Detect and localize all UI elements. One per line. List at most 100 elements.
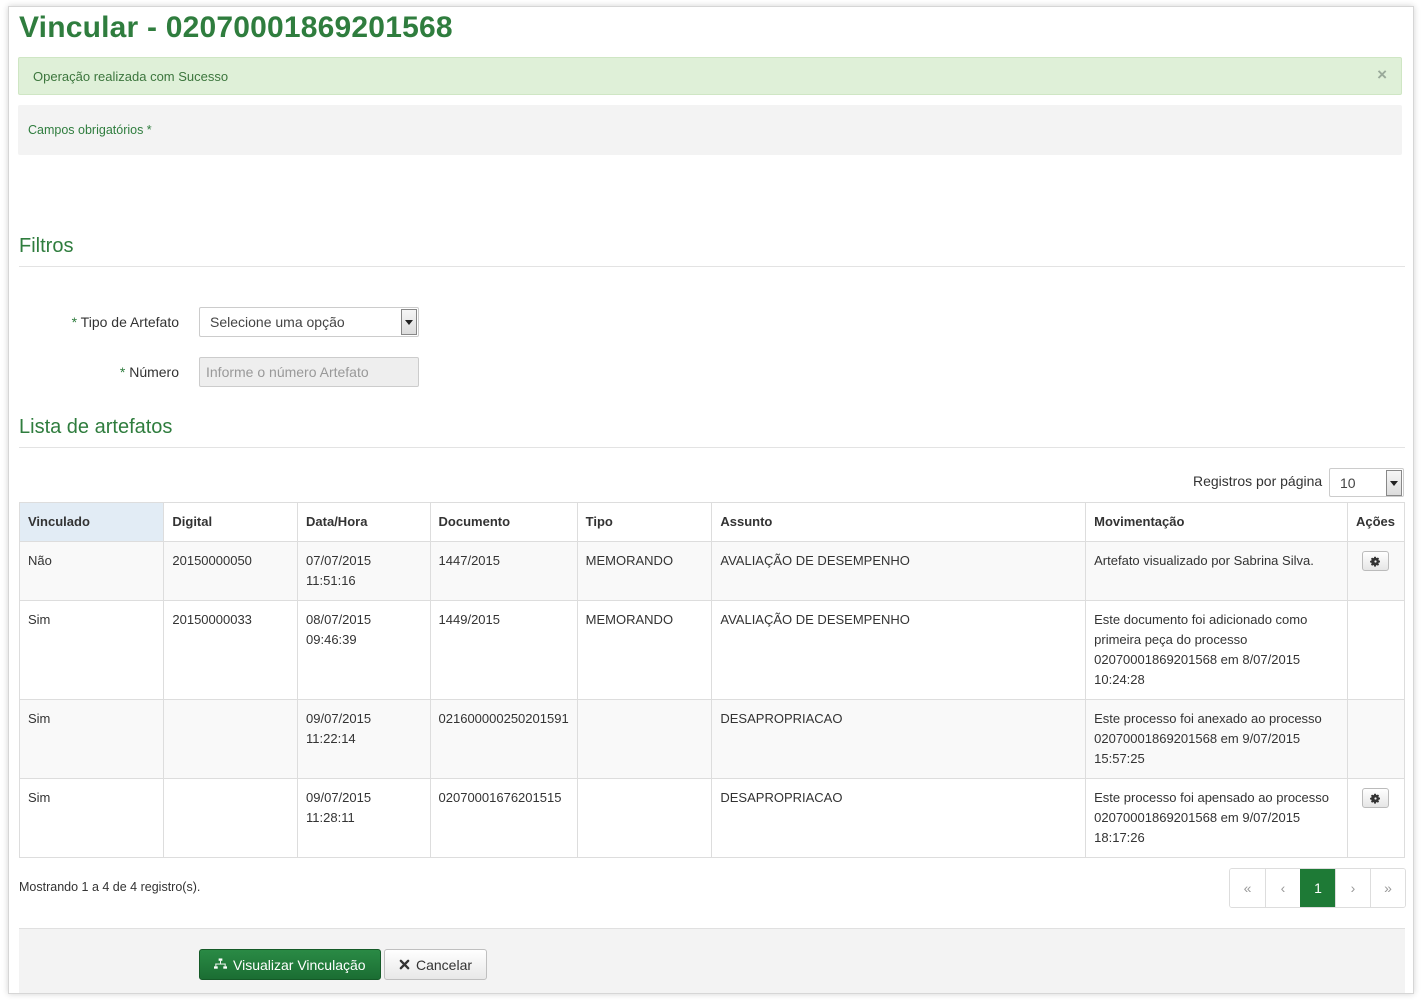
cell-data-hora: 09/07/2015 11:28:11: [297, 778, 431, 858]
numero-label-text: Número: [129, 364, 179, 380]
cell-acoes: [1346, 778, 1406, 858]
table-header-row: Vinculado Digital Data/Hora Documento Ti…: [18, 502, 1406, 542]
cell-assunto: AVALIAÇÃO DE DESEMPENHO: [711, 541, 1087, 601]
next-page-button[interactable]: ›: [1335, 869, 1370, 907]
cell-date: 09/07/2015: [306, 790, 372, 805]
success-message: Operação realizada com Sucesso: [33, 69, 229, 84]
per-page-label: Registros por página: [1193, 473, 1323, 489]
column-header-assunto[interactable]: Assunto: [711, 502, 1087, 542]
last-page-button[interactable]: »: [1370, 869, 1405, 907]
table-row: Sim 20150000033 08/07/2015 09:46:39 1449/…: [18, 600, 1406, 700]
cell-time: 09:46:39: [306, 632, 357, 647]
movimentacao-line: 15:57:25: [1094, 751, 1145, 766]
required-fields-note: Campos obrigatórios *: [18, 105, 1402, 155]
numero-input[interactable]: Informe o número Artefato: [199, 357, 419, 387]
cell-time: 11:28:11: [306, 810, 355, 825]
required-star: *: [71, 314, 78, 330]
cell-movimentacao: Este documento foi adicionado como prime…: [1085, 600, 1348, 700]
cell-date: 09/07/2015: [306, 711, 372, 726]
movimentacao-line: 10:24:28: [1094, 672, 1145, 687]
cell-date: 08/07/2015: [306, 612, 372, 627]
page-title: Vincular - 02070001869201568: [19, 11, 453, 44]
tipo-artefato-label: * Tipo de Artefato: [19, 314, 179, 330]
movimentacao-line: primeira peça do processo: [1094, 632, 1248, 647]
filters-section-title: Filtros: [19, 235, 74, 257]
cell-tipo: [576, 778, 713, 858]
movimentacao-line: Este documento foi adicionado como: [1094, 612, 1308, 627]
dropdown-arrow-icon[interactable]: [1386, 470, 1402, 496]
row-actions-button[interactable]: [1362, 551, 1390, 571]
cell-tipo: [576, 699, 713, 779]
cell-time: 11:22:14: [306, 731, 356, 746]
sitemap-icon: [214, 958, 227, 969]
cell-movimentacao: Artefato visualizado por Sabrina Silva.: [1085, 541, 1348, 601]
row-actions-button[interactable]: [1362, 788, 1390, 808]
cancel-button[interactable]: Cancelar: [384, 949, 488, 980]
column-header-documento[interactable]: Documento: [429, 502, 578, 542]
cell-digital: 20150000050: [163, 541, 299, 601]
cell-digital: [163, 778, 299, 858]
movimentacao-line: Este processo foi apensado ao processo: [1094, 790, 1330, 805]
form-actions-bar: Visualizar Vinculação Cancelar: [19, 928, 1405, 993]
movimentacao-line: 02070001869201568 em 9/07/2015: [1094, 810, 1301, 825]
records-count: Mostrando 1 a 4 de 4 registro(s).: [19, 880, 201, 894]
cell-data-hora: 08/07/2015 09:46:39: [297, 600, 431, 700]
column-header-vinculado[interactable]: Vinculado: [18, 502, 165, 542]
cell-assunto: AVALIAÇÃO DE DESEMPENHO: [711, 600, 1087, 700]
cell-movimentacao: Este processo foi anexado ao processo 02…: [1085, 699, 1348, 779]
column-header-data-hora[interactable]: Data/Hora: [297, 502, 431, 542]
cell-digital: [163, 699, 299, 779]
pagination: « ‹ 1 › »: [1229, 868, 1406, 908]
tipo-artefato-label-text: Tipo de Artefato: [80, 314, 179, 330]
cell-tipo: MEMORANDO: [576, 600, 713, 700]
table-row: Sim 09/07/2015 11:22:14 02160000025020159…: [18, 699, 1406, 779]
column-header-acoes: Ações: [1346, 502, 1406, 542]
previous-page-button[interactable]: ‹: [1265, 869, 1300, 907]
divider: [19, 447, 1405, 448]
cell-time: 11:51:16: [306, 573, 356, 588]
cell-documento: 1449/2015: [429, 600, 578, 700]
cell-vinculado: Sim: [18, 778, 165, 858]
cell-documento: 021600000250201591: [429, 699, 578, 779]
visualizar-vinculacao-label: Visualizar Vinculação: [233, 956, 366, 973]
cell-data-hora: 09/07/2015 11:22:14: [297, 699, 431, 779]
required-note-text: Campos obrigatórios *: [28, 123, 152, 137]
cell-digital: 20150000033: [163, 600, 299, 700]
table-row: Sim 09/07/2015 11:28:11 02070001676201515…: [18, 778, 1406, 858]
movimentacao-line: Este processo foi anexado ao processo: [1094, 711, 1322, 726]
first-page-button[interactable]: «: [1230, 869, 1265, 907]
column-header-digital[interactable]: Digital: [163, 502, 299, 542]
tipo-artefato-select[interactable]: Selecione uma opção: [199, 307, 419, 337]
cell-vinculado: Sim: [18, 600, 165, 700]
close-alert-button[interactable]: ×: [1377, 65, 1387, 85]
dropdown-arrow-icon[interactable]: [401, 309, 417, 335]
visualizar-vinculacao-button[interactable]: Visualizar Vinculação: [199, 949, 381, 980]
cancel-label: Cancelar: [416, 956, 473, 973]
cell-tipo: MEMORANDO: [576, 541, 713, 601]
numero-label: * Número: [19, 364, 179, 380]
per-page-value: 10: [1340, 475, 1356, 491]
table-row: Não 20150000050 07/07/2015 11:51:16 1447/…: [18, 541, 1406, 601]
page-1-button[interactable]: 1: [1300, 869, 1335, 907]
cell-data-hora: 07/07/2015 11:51:16: [297, 541, 431, 601]
movimentacao-line: Artefato visualizado por Sabrina Silva.: [1094, 553, 1314, 568]
success-alert: Operação realizada com Sucesso ×: [18, 57, 1402, 95]
artifacts-table: Vinculado Digital Data/Hora Documento Ti…: [18, 502, 1406, 858]
cell-acoes: [1346, 699, 1406, 779]
close-icon: [399, 959, 410, 970]
movimentacao-line: 02070001869201568 em 9/07/2015: [1094, 731, 1301, 746]
column-header-movimentacao[interactable]: Movimentação: [1085, 502, 1348, 542]
cell-assunto: DESAPROPRIACAO: [711, 699, 1087, 779]
tipo-artefato-value: Selecione uma opção: [210, 314, 345, 330]
column-header-tipo[interactable]: Tipo: [576, 502, 713, 542]
cell-vinculado: Sim: [18, 699, 165, 779]
cell-documento: 02070001676201515: [429, 778, 578, 858]
per-page-select[interactable]: 10: [1329, 468, 1404, 497]
cell-assunto: DESAPROPRIACAO: [711, 778, 1087, 858]
list-section-title: Lista de artefatos: [19, 416, 173, 438]
gear-icon: [1370, 793, 1381, 804]
cell-date: 07/07/2015: [306, 553, 372, 568]
divider: [19, 266, 1405, 267]
required-star: *: [119, 364, 126, 380]
gear-icon: [1370, 556, 1381, 567]
